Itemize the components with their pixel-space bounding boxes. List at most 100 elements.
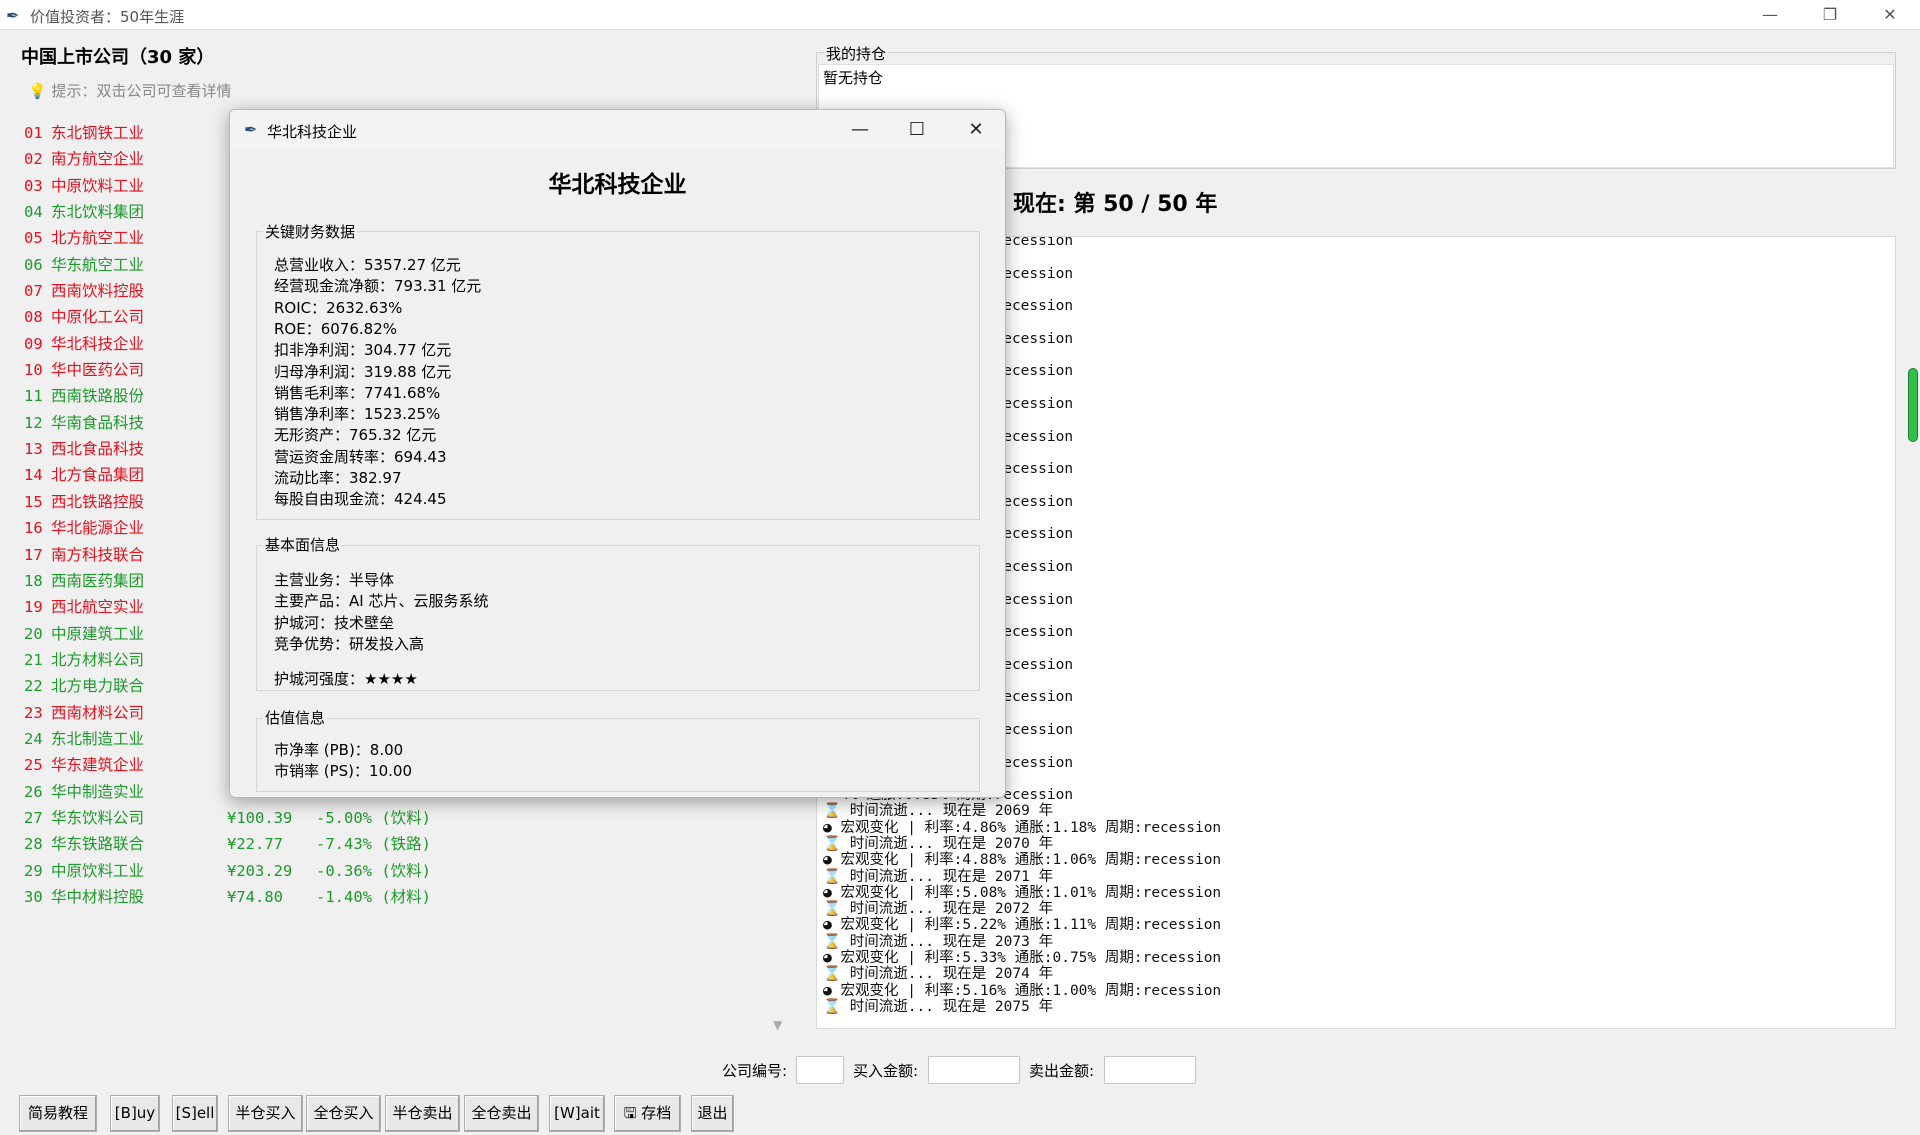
company-name: 东北钢铁工业 (51, 124, 145, 142)
company-name: 南方航空企业 (51, 150, 145, 169)
financial-group-label: 关键财务数据 (263, 221, 358, 242)
company-number: 03 (24, 176, 43, 195)
dialog-minimize-button[interactable]: — (832, 112, 888, 148)
holdings-label: 我的持仓 (824, 43, 889, 64)
company-name: 华东建筑企业 (51, 756, 145, 775)
company-number: 22 (24, 677, 43, 696)
log-line: ⌛ 时间流逝... 现在是 2071 年 (823, 868, 1054, 885)
valuation-field: 市销率 (PS)：10.00 (274, 762, 412, 781)
company-name: 东北饮料集团 (51, 203, 145, 222)
log-line: ◕ 宏观变化 | 利率:5.08% 通胀:1.01% 周期:recession (823, 884, 1222, 901)
company-number: 29 (24, 861, 43, 880)
company-price: ¥74.80 (227, 887, 283, 906)
company-number: 21 (24, 650, 43, 669)
company-id-label: 公司编号: (722, 1062, 788, 1080)
log-line: ◕ 宏观变化 | 利率:4.88% 通胀:1.06% 周期:recession (823, 852, 1222, 869)
company-name: 中原饮料工业 (51, 176, 145, 195)
buy-amount-label: 买入金额: (853, 1062, 919, 1080)
company-number: 07 (24, 282, 43, 301)
company-number: 16 (24, 519, 43, 538)
company-name: 华南食品科技 (51, 413, 145, 432)
company-name: 中原建筑工业 (51, 624, 145, 643)
company-row[interactable]: 28 华东铁路联合 ¥22.77 -7.43% (铁路) (24, 831, 744, 857)
log-line: ◕ 宏观变化 | 利率:4.86% 通胀:1.18% 周期:recession (823, 819, 1222, 836)
minimize-button[interactable]: — (1740, 0, 1800, 30)
log-line: ◕ 宏观变化 | 利率:5.33% 通胀:0.75% 周期:recession (823, 950, 1222, 967)
moat-strength: 护城河强度：★★★★ (274, 670, 418, 688)
financial-field: 每股自由现金流：424.45 (274, 490, 447, 509)
company-number: 18 (24, 571, 43, 590)
company-number: 17 (24, 545, 43, 564)
company-name: 西北食品科技 (51, 440, 145, 459)
sell-amount-label: 卖出金额: (1029, 1062, 1095, 1080)
feather-icon: ✒ (244, 120, 258, 139)
company-name: 北方电力联合 (51, 677, 145, 696)
sell-amount-input[interactable] (1104, 1056, 1196, 1084)
company-number: 08 (24, 308, 43, 327)
company-number: 28 (24, 835, 43, 854)
company-number: 04 (24, 203, 43, 222)
financial-field: 营运资金周转率：694.43 (274, 447, 447, 466)
save-button[interactable]: 🖫 存档 (614, 1095, 681, 1132)
company-number: 19 (24, 598, 43, 617)
company-list-title: 中国上市公司（30 家） (21, 47, 215, 68)
log-line: ⌛ 时间流逝... 现在是 2073 年 (823, 933, 1054, 950)
holdings-content: 暂无持仓 (823, 69, 884, 87)
company-number: 26 (24, 782, 43, 801)
fundamental-field: 竞争优势：研发投入高 (274, 634, 425, 653)
wait-button[interactable]: [W]ait (549, 1095, 605, 1132)
close-button[interactable]: ✕ (1860, 0, 1920, 30)
valuation-group-label: 估值信息 (263, 707, 328, 728)
company-number: 15 (24, 492, 43, 511)
company-row[interactable]: 30 华中材料控股 ¥74.80 -1.40% (材料) (24, 884, 744, 910)
buy-amount-input[interactable] (928, 1056, 1020, 1084)
company-row[interactable]: 27 华东饮料公司 ¥100.39 -5.00% (饮料) (24, 805, 744, 831)
full-buy-button[interactable]: 全仓买入 (306, 1095, 381, 1132)
log-line: ◕ 宏观变化 | 利率:5.16% 通胀:1.00% 周期:recession (823, 982, 1222, 999)
financial-field: 销售净利率：1523.25% (274, 405, 441, 424)
tutorial-button[interactable]: 简易教程 (19, 1095, 97, 1132)
company-name: 华中材料控股 (51, 887, 145, 906)
company-number: 06 (24, 255, 43, 274)
dialog-maximize-button[interactable]: ☐ (889, 112, 945, 148)
company-name: 东北制造工业 (51, 729, 145, 748)
sell-button[interactable]: [S]ell (172, 1095, 218, 1132)
company-name: 北方食品集团 (51, 466, 145, 485)
financial-field: 归母净利润：319.88 亿元 (274, 362, 452, 381)
company-change: -0.36% (饮料) (316, 861, 431, 880)
floppy-disk-icon: 🖫 (623, 1104, 637, 1122)
company-name: 西南铁路股份 (51, 387, 145, 406)
buy-button[interactable]: [B]uy (110, 1095, 160, 1132)
company-number: 13 (24, 440, 43, 459)
company-number: 24 (24, 729, 43, 748)
restore-button[interactable]: ❐ (1800, 0, 1860, 30)
scroll-down-arrow-icon[interactable]: ▼ (773, 1018, 782, 1032)
company-id-input[interactable] (796, 1056, 844, 1084)
log-scrollbar-thumb[interactable] (1908, 368, 1918, 442)
company-name: 北方航空工业 (51, 229, 145, 248)
company-change: -1.40% (材料) (316, 887, 431, 906)
dialog-title: 华北科技企业 (267, 123, 358, 141)
company-name: 华中医药公司 (51, 361, 145, 380)
log-line: ⌛ 时间流逝... 现在是 2070 年 (823, 835, 1054, 852)
company-row[interactable]: 29 中原饮料工业 ¥203.29 -0.36% (饮料) (24, 858, 744, 884)
hint-label: 提示：双击公司可查看详情 (51, 82, 232, 100)
dialog-close-button[interactable]: ✕ (948, 112, 1004, 148)
financial-field: 销售毛利率：7741.68% (274, 383, 441, 402)
company-detail-dialog: ✒ 华北科技企业 — ☐ ✕ 华北科技企业 关键财务数据 总营业收入：5357.… (229, 109, 1006, 798)
company-name: 南方科技联合 (51, 545, 145, 564)
company-name: 西南医药集团 (51, 571, 145, 590)
full-sell-button[interactable]: 全仓卖出 (464, 1095, 539, 1132)
main-titlebar: ✒ 价值投资者：50年生涯 — ❐ ✕ (0, 0, 1920, 30)
log-line: ◕ 宏观变化 | 利率:5.22% 通胀:1.11% 周期:recession (823, 917, 1222, 934)
exit-button[interactable]: 退出 (691, 1095, 734, 1132)
dialog-titlebar[interactable]: ✒ 华北科技企业 — ☐ ✕ (230, 110, 1005, 150)
company-name: 中原化工公司 (51, 308, 145, 327)
half-buy-button[interactable]: 半仓买入 (228, 1095, 303, 1132)
company-change: -7.43% (铁路) (316, 835, 431, 854)
fundamental-group-label: 基本面信息 (263, 534, 343, 555)
financial-field: 总营业收入：5357.27 亿元 (274, 256, 461, 274)
company-name: 西北航空实业 (51, 598, 145, 617)
company-name: 西南饮料控股 (51, 282, 145, 301)
half-sell-button[interactable]: 半仓卖出 (385, 1095, 460, 1132)
